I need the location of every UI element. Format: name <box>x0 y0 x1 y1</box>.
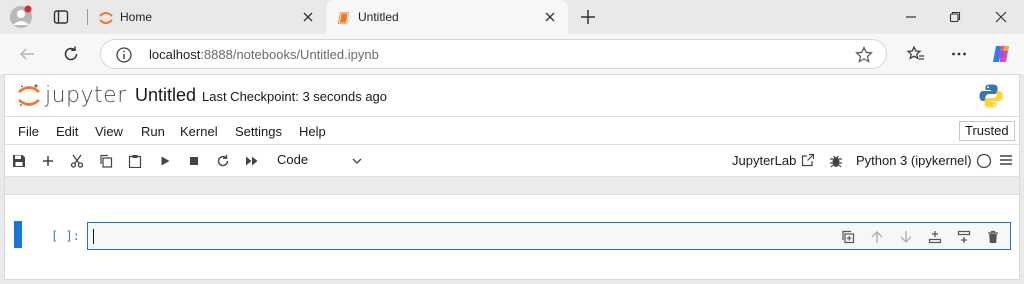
external-link-icon[interactable] <box>801 153 815 167</box>
notebook-menubar: File Edit View Run Kernel Settings Help … <box>5 117 1019 145</box>
url-text: localhost:8888/notebooks/Untitled.ipynb <box>149 47 379 62</box>
menu-hamburger-icon[interactable] <box>999 153 1015 169</box>
insert-cell-icon[interactable] <box>40 153 56 169</box>
debugger-bug-icon[interactable] <box>828 153 844 169</box>
notebook-page: jupyter Untitled Last Checkpoint: 3 seco… <box>4 74 1020 280</box>
window-close-icon[interactable] <box>988 5 1014 29</box>
delete-cell-icon[interactable] <box>985 229 1001 245</box>
menu-edit[interactable]: Edit <box>56 124 78 139</box>
menu-kernel[interactable]: Kernel <box>180 124 218 139</box>
kernel-name[interactable]: Python 3 (ipykernel) <box>856 153 972 168</box>
favorite-star-icon[interactable] <box>854 45 874 65</box>
notebook-cells: [ ]: <box>5 195 1019 279</box>
notebook-header: jupyter Untitled Last Checkpoint: 3 seco… <box>5 75 1019 117</box>
menu-file[interactable]: File <box>18 124 39 139</box>
jupyter-logo-icon <box>18 84 40 107</box>
url-path: :8888/notebooks/Untitled.ipynb <box>200 47 379 62</box>
new-tab-icon[interactable] <box>575 5 601 29</box>
copy-icon[interactable] <box>98 153 114 169</box>
insert-above-icon[interactable] <box>927 229 943 245</box>
open-jupyterlab-link[interactable]: JupyterLab <box>732 153 796 168</box>
notebook-toolbar: Code JupyterLab Python 3 (ipykernel) <box>5 145 1019 177</box>
input-prompt: [ ]: <box>51 229 80 243</box>
chevron-down-icon <box>351 155 363 167</box>
browser-address-bar: localhost:8888/notebooks/Untitled.ipynb <box>0 34 1024 74</box>
browser-tab-untitled[interactable]: Untitled <box>326 0 568 34</box>
notebook-favicon-icon <box>336 10 352 26</box>
site-info-icon[interactable] <box>115 46 133 64</box>
move-down-icon[interactable] <box>898 229 914 245</box>
close-tab-icon[interactable] <box>300 9 316 25</box>
cell-type-value: Code <box>277 152 309 167</box>
restart-run-all-icon[interactable] <box>244 153 260 169</box>
url-input[interactable]: localhost:8888/notebooks/Untitled.ipynb <box>100 39 887 69</box>
last-checkpoint: Last Checkpoint: 3 seconds ago <box>202 89 388 104</box>
kernel-status-idle-icon <box>976 153 992 169</box>
notebook-top-spacer <box>5 177 1019 195</box>
browser-tab-home[interactable]: Home <box>88 0 326 34</box>
browser-tabstrip: Home Untitled <box>0 0 1024 34</box>
jupyter-logo[interactable]: jupyter <box>17 83 127 109</box>
save-icon[interactable] <box>11 153 27 169</box>
profile-avatar-icon[interactable] <box>8 5 34 29</box>
tab-actions-icon[interactable] <box>48 5 74 29</box>
menu-view[interactable]: View <box>95 124 123 139</box>
move-up-icon[interactable] <box>869 229 885 245</box>
close-tab-icon[interactable] <box>542 9 558 25</box>
duplicate-cell-icon[interactable] <box>840 229 856 245</box>
jupyter-favicon-icon <box>98 10 114 26</box>
text-cursor <box>93 229 94 244</box>
reload-icon[interactable] <box>58 41 84 67</box>
cell-type-select[interactable]: Code <box>277 152 363 170</box>
favorites-icon[interactable] <box>903 41 929 67</box>
back-arrow-icon[interactable] <box>14 41 40 67</box>
cut-icon[interactable] <box>69 153 85 169</box>
insert-below-icon[interactable] <box>956 229 972 245</box>
cell-collapser[interactable] <box>14 221 22 248</box>
minimize-icon[interactable] <box>898 5 924 29</box>
interrupt-icon[interactable] <box>186 153 202 169</box>
url-host: localhost <box>149 47 201 62</box>
jupyter-logo-text: jupyter <box>45 83 127 108</box>
trusted-indicator[interactable]: Trusted <box>959 121 1015 141</box>
run-icon[interactable] <box>157 153 173 169</box>
more-options-icon[interactable] <box>946 41 972 67</box>
python-logo-icon <box>978 83 1004 109</box>
copilot-icon[interactable] <box>988 41 1014 67</box>
menu-settings[interactable]: Settings <box>235 124 282 139</box>
paste-icon[interactable] <box>127 153 143 169</box>
menu-run[interactable]: Run <box>141 124 165 139</box>
menu-help[interactable]: Help <box>299 124 326 139</box>
browser-tab-title: Untitled <box>358 10 399 24</box>
browser-tab-title: Home <box>120 10 153 24</box>
code-cell-editor[interactable] <box>87 222 1011 250</box>
restart-icon[interactable] <box>215 153 231 169</box>
notebook-title[interactable]: Untitled <box>135 85 196 106</box>
restore-icon[interactable] <box>942 5 968 29</box>
